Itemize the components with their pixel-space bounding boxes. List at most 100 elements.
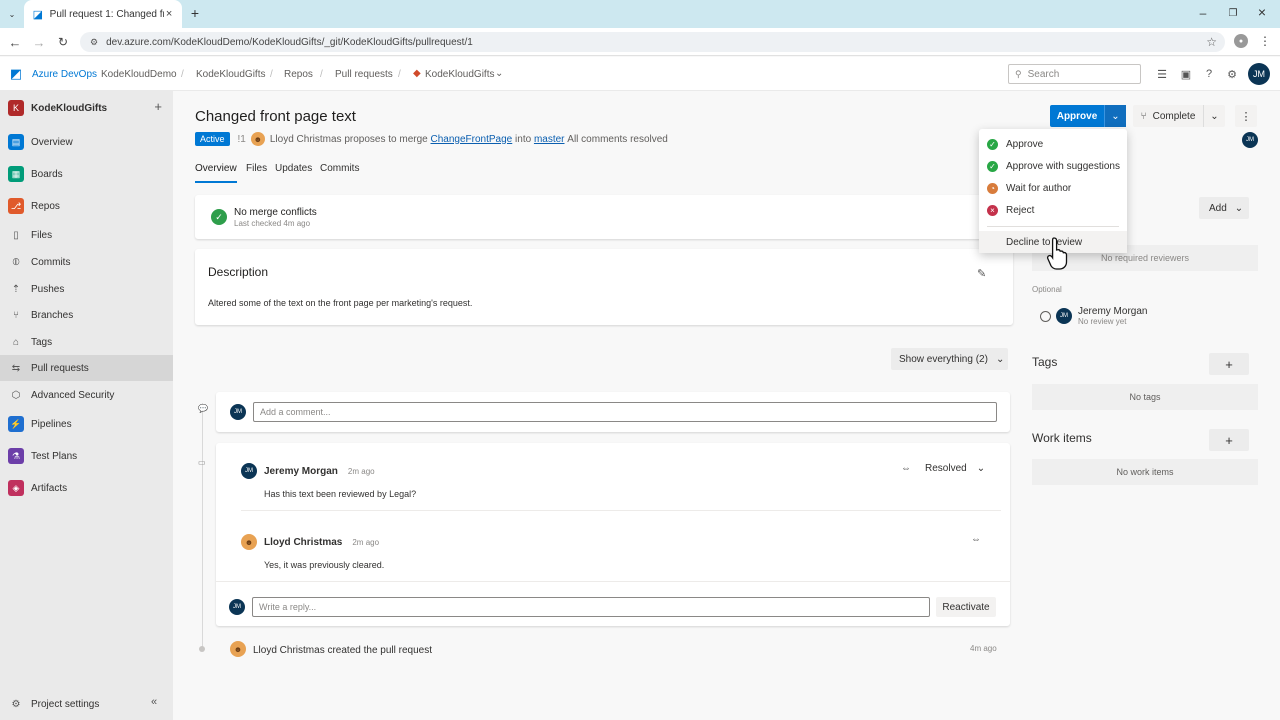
add-icon[interactable]: + [154, 99, 162, 114]
browser-tab-bar: ⌄ ◪ Pull request 1: Changed front p × + … [0, 0, 1280, 28]
complete-button[interactable]: ⑂ Complete [1133, 105, 1203, 127]
sidebar-item-commits[interactable]: ⦶ Commits [0, 249, 173, 275]
approve-split-button: Approve ⌄ [1050, 105, 1126, 127]
sidebar-item-artifacts[interactable]: ◈ Artifacts [0, 475, 173, 501]
link-icon[interactable]: ⇔ [901, 463, 911, 474]
bookmark-star-icon[interactable]: ☆ [1206, 35, 1217, 49]
sidebar-item-label: Branches [31, 309, 74, 321]
breadcrumb-repos[interactable]: Repos [284, 69, 313, 80]
tab-list-icon[interactable]: ⌄ [6, 8, 18, 20]
reload-icon[interactable]: ↻ [56, 34, 70, 50]
reactivate-button[interactable]: Reactivate [936, 597, 996, 617]
tab-files[interactable]: Files [246, 163, 267, 174]
sidebar-item-files[interactable]: ▯ Files [0, 222, 173, 248]
comment-text: Yes, it was previously cleared. [264, 560, 385, 570]
optional-heading: Optional [1032, 285, 1062, 294]
browser-tab[interactable]: ◪ Pull request 1: Changed front p × [24, 0, 182, 28]
more-actions-icon[interactable]: ⋮ [1235, 105, 1257, 127]
clock-icon: ◔ [987, 182, 998, 194]
reviewer-avatar[interactable]: JM [1242, 132, 1258, 148]
menu-item-wait-for-author[interactable]: ◔ Wait for author [979, 177, 1127, 199]
project-name: KodeKloudGifts [31, 102, 108, 114]
pr-author[interactable]: Lloyd Christmas [270, 134, 342, 145]
profile-icon[interactable]: ● [1234, 34, 1248, 48]
sidebar-item-pushes[interactable]: ⇡ Pushes [0, 276, 173, 302]
close-window-icon[interactable]: × [1255, 4, 1269, 20]
complete-label: Complete [1152, 110, 1196, 122]
breadcrumb-org[interactable]: KodeKloudDemo [101, 69, 177, 80]
minimize-icon[interactable]: – [1196, 6, 1210, 20]
marketplace-bag-icon[interactable]: ▣ [1179, 67, 1193, 81]
brand-label[interactable]: Azure DevOps [32, 69, 97, 80]
breadcrumb-pull-requests[interactable]: Pull requests [335, 69, 393, 80]
avatar[interactable]: JM [1248, 63, 1270, 85]
task-list-icon[interactable]: ☰ [1155, 67, 1169, 81]
sidebar-item-overview[interactable]: ▤ Overview [0, 129, 173, 155]
filter-label: Show everything (2) [899, 353, 988, 365]
chevron-down-icon[interactable]: ⌄ [495, 68, 503, 79]
breadcrumb-separator: / [270, 69, 273, 80]
approve-dropdown-chevron-icon[interactable]: ⌄ [1104, 105, 1126, 127]
sidebar-item-repos[interactable]: ⎇ Repos [0, 193, 173, 219]
tab-overview[interactable]: Overview [195, 163, 237, 183]
merge-status-card: ✓ No merge conflicts Last checked 4m ago [195, 195, 1013, 239]
sidebar-item-test-plans[interactable]: ⚗ Test Plans [0, 443, 173, 469]
project-header[interactable]: K KodeKloudGifts + [8, 99, 168, 117]
project-settings-link[interactable]: ⚙ Project settings [0, 691, 173, 717]
user-settings-icon[interactable]: ⚙ [1225, 67, 1239, 81]
approve-button[interactable]: Approve [1050, 105, 1104, 127]
azure-devops-favicon-icon: ◪ [32, 8, 44, 21]
reviewer-state: No review yet [1078, 317, 1127, 326]
reply-input[interactable]: Write a reply... [252, 597, 930, 617]
back-icon[interactable]: ← [8, 34, 22, 50]
tab-commits[interactable]: Commits [320, 163, 359, 174]
breadcrumb-project[interactable]: KodeKloudGifts [196, 69, 266, 80]
add-tag-plus-icon[interactable]: + [1209, 353, 1249, 375]
source-branch-link[interactable]: ChangeFrontPage [431, 134, 513, 145]
add-reviewer-button[interactable]: Add ⌄ [1199, 197, 1249, 219]
breadcrumb-repo[interactable]: KodeKloudGifts [425, 69, 495, 80]
sidebar-item-pipelines[interactable]: ⚡ Pipelines [0, 411, 173, 437]
forward-icon[interactable]: → [32, 34, 46, 50]
comment-text: Has this text been reviewed by Legal? [264, 489, 417, 499]
browser-menu-icon[interactable]: ⋮ [1259, 33, 1271, 49]
into-text: into [515, 133, 532, 145]
search-input[interactable]: ⚲ Search [1008, 64, 1141, 84]
comment-author[interactable]: Lloyd Christmas [264, 537, 342, 548]
project-settings-label: Project settings [31, 698, 100, 710]
test-plans-icon: ⚗ [8, 448, 24, 464]
sidebar-item-advanced-security[interactable]: ⬡ Advanced Security [0, 382, 173, 408]
collapse-sidebar-icon[interactable]: « [151, 696, 157, 708]
url-field[interactable]: ⚙ dev.azure.com/KodeKloudDemo/KodeKloudG… [80, 32, 1225, 52]
show-everything-filter[interactable]: Show everything (2) ⌄ [891, 348, 1008, 370]
edit-pencil-icon[interactable]: ✎ [977, 267, 986, 280]
gear-icon: ⚙ [11, 698, 21, 710]
sidebar-item-pull-requests[interactable]: ⇆ Pull requests [0, 355, 173, 381]
target-branch-link[interactable]: master [534, 134, 565, 145]
reviewer-row[interactable]: JM Jeremy Morgan No review yet [1040, 306, 1147, 326]
maximize-icon[interactable]: ❐ [1226, 6, 1240, 20]
merge-status-subtitle: Last checked 4m ago [234, 218, 311, 228]
tab-updates[interactable]: Updates [275, 163, 312, 174]
site-info-icon[interactable]: ⚙ [90, 37, 98, 48]
link-icon[interactable]: ⇔ [971, 534, 981, 545]
sidebar-item-tags[interactable]: ⌂ Tags [0, 329, 173, 355]
add-work-item-plus-icon[interactable]: + [1209, 429, 1249, 451]
project-sidebar: K KodeKloudGifts + ▤ Overview ▦ Boards ⎇ Re… [0, 91, 173, 720]
sidebar-item-boards[interactable]: ▦ Boards [0, 161, 173, 187]
menu-item-approve[interactable]: ✓ Approve [979, 133, 1127, 155]
check-circle-icon: ✓ [211, 209, 227, 225]
url-text: dev.azure.com/KodeKloudDemo/KodeKloudGif… [106, 36, 473, 48]
sidebar-item-branches[interactable]: ⑂ Branches [0, 302, 173, 328]
close-tab-icon[interactable]: × [164, 8, 174, 20]
help-icon[interactable]: ? [1202, 67, 1216, 81]
complete-dropdown-chevron-icon[interactable]: ⌄ [1203, 105, 1225, 127]
menu-item-reject[interactable]: × Reject [979, 199, 1127, 221]
thread-status-dropdown[interactable]: Resolved ⌄ [925, 463, 985, 474]
sidebar-item-label: Tags [31, 336, 53, 348]
comment-input[interactable]: Add a comment... [253, 402, 997, 422]
menu-item-approve-with-suggestions[interactable]: ✓ Approve with suggestions [979, 155, 1127, 177]
new-tab-icon[interactable]: + [188, 5, 202, 21]
azure-devops-logo-icon[interactable]: ◩ [9, 66, 23, 81]
comment-author[interactable]: Jeremy Morgan [264, 466, 338, 477]
